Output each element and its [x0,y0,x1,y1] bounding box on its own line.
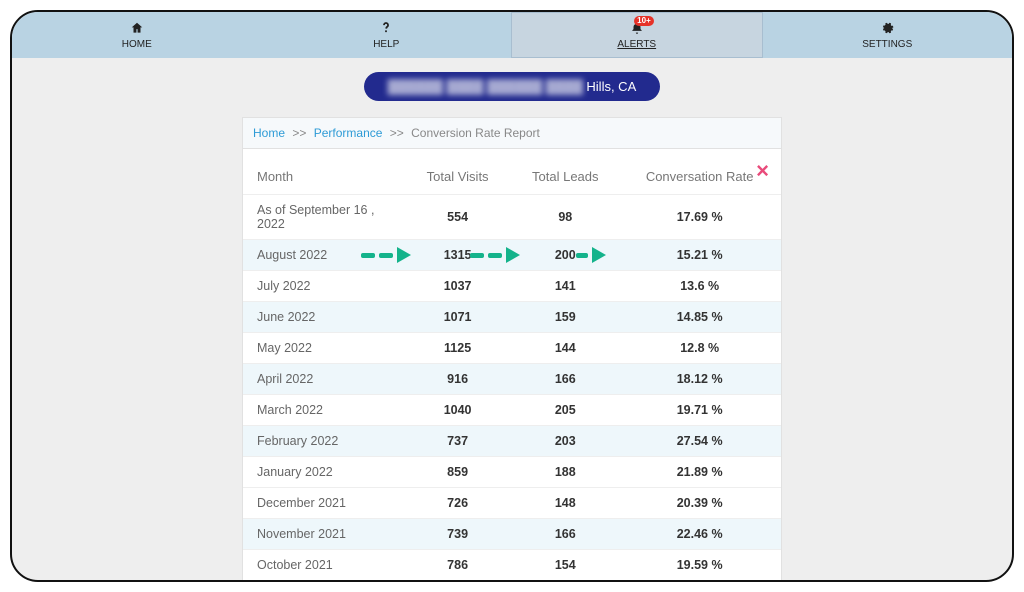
cell-month: January 2022 [243,457,403,488]
bell-icon: 10+ [630,21,644,38]
arrow-icon [470,247,520,263]
cell-month: As of September 16 , 2022 [243,195,403,240]
cell-month: June 2022 [243,302,403,333]
nav-help-label: HELP [373,39,399,50]
table-row: May 2022112514412.8 % [243,333,781,364]
cell-month: December 2021 [243,488,403,519]
summary-row: 10905 Total Visits Average: 908.75 1972 … [243,581,781,583]
cell-visits: 859 [403,457,512,488]
cell-visits: 737 [403,426,512,457]
cell-rate: 21.89 % [618,457,781,488]
cell-month: October 2021 [243,550,403,581]
col-visits: Total Visits [403,149,512,195]
close-icon[interactable]: × [756,158,769,184]
table-row: June 2022107115914.85 % [243,302,781,333]
cell-leads: 203 [512,426,618,457]
table-row: October 202178615419.59 % [243,550,781,581]
crumb-performance[interactable]: Performance [314,126,383,140]
location-pill-wrap: ██████ ████ ██████ ████ Hills, CA [12,72,1012,101]
nav-help[interactable]: HELP [262,12,512,58]
cell-visits: 916 [403,364,512,395]
table-row: December 202172614820.39 % [243,488,781,519]
conversion-table: Month Total Visits Total Leads Conversat… [243,149,781,582]
table-row: April 202291616618.12 % [243,364,781,395]
cell-rate: 22.46 % [618,519,781,550]
table-row: February 202273720327.54 % [243,426,781,457]
cell-month: November 2021 [243,519,403,550]
nav-home[interactable]: HOME [12,12,262,58]
nav-home-label: HOME [122,39,152,50]
cell-month: February 2022 [243,426,403,457]
device-frame: HOME HELP 10+ ALERTS SETTINGS ██████ ███… [10,10,1014,582]
summary-visits: 10905 Total Visits Average: 908.75 [403,581,512,583]
cell-rate: 19.71 % [618,395,781,426]
cell-month: April 2022 [243,364,403,395]
cell-visits: 554 [403,195,512,240]
table-row: As of September 16 , 20225549817.69 % [243,195,781,240]
cell-leads: 166 [512,519,618,550]
cell-leads: 148 [512,488,618,519]
cell-visits: 1125 [403,333,512,364]
report-card: Home >> Performance >> Conversion Rate R… [242,117,782,582]
table-row: November 202173916622.46 % [243,519,781,550]
col-leads: Total Leads [512,149,618,195]
cell-month: May 2022 [243,333,403,364]
home-icon [130,21,144,38]
table-row: January 202285918821.89 % [243,457,781,488]
cell-rate: 13.6 % [618,271,781,302]
cell-rate: 19.59 % [618,550,781,581]
cell-leads: 98 [512,195,618,240]
arrow-icon [361,247,411,263]
breadcrumb: Home >> Performance >> Conversion Rate R… [243,118,781,149]
col-month: Month [243,149,403,195]
crumb-home[interactable]: Home [253,126,285,140]
cell-leads: 166 [512,364,618,395]
cell-leads: 159 [512,302,618,333]
cell-visits: 1071 [403,302,512,333]
crumb-current: Conversion Rate Report [411,126,540,140]
table-row: March 2022104020519.71 % [243,395,781,426]
help-icon [379,21,393,38]
gear-icon [880,21,894,38]
cell-visits: 1037 [403,271,512,302]
nav-alerts-label: ALERTS [617,39,656,50]
location-hidden: ██████ ████ ██████ ████ [388,79,583,94]
nav-settings[interactable]: SETTINGS [763,12,1013,58]
alerts-badge: 10+ [634,16,654,26]
nav-settings-label: SETTINGS [862,39,912,50]
summary-leads: 1972 Total Leads Average: 164.33 [512,581,618,583]
top-nav: HOME HELP 10+ ALERTS SETTINGS [12,12,1012,58]
cell-leads: 154 [512,550,618,581]
cell-visits: 786 [403,550,512,581]
cell-rate: 15.21 % [618,240,781,271]
cell-month: March 2022 [243,395,403,426]
cell-rate: 20.39 % [618,488,781,519]
location-pill[interactable]: ██████ ████ ██████ ████ Hills, CA [364,72,661,101]
crumb-sep: >> [292,126,306,140]
cell-leads: 144 [512,333,618,364]
summary-rate: 18.08% Conversation Rate [618,581,781,583]
cell-rate: 17.69 % [618,195,781,240]
arrow-icon [576,247,606,263]
cell-rate: 27.54 % [618,426,781,457]
nav-alerts[interactable]: 10+ ALERTS [511,12,763,58]
cell-leads: 188 [512,457,618,488]
cell-visits: 739 [403,519,512,550]
cell-month: July 2022 [243,271,403,302]
cell-leads: 141 [512,271,618,302]
cell-visits: 726 [403,488,512,519]
crumb-sep: >> [390,126,404,140]
cell-rate: 12.8 % [618,333,781,364]
cell-leads: 205 [512,395,618,426]
location-visible: Hills, CA [586,79,636,94]
cell-visits: 1040 [403,395,512,426]
cell-rate: 14.85 % [618,302,781,333]
table-row: August 2022131520015.21 % [243,240,781,271]
table-row: July 2022103714113.6 % [243,271,781,302]
cell-rate: 18.12 % [618,364,781,395]
